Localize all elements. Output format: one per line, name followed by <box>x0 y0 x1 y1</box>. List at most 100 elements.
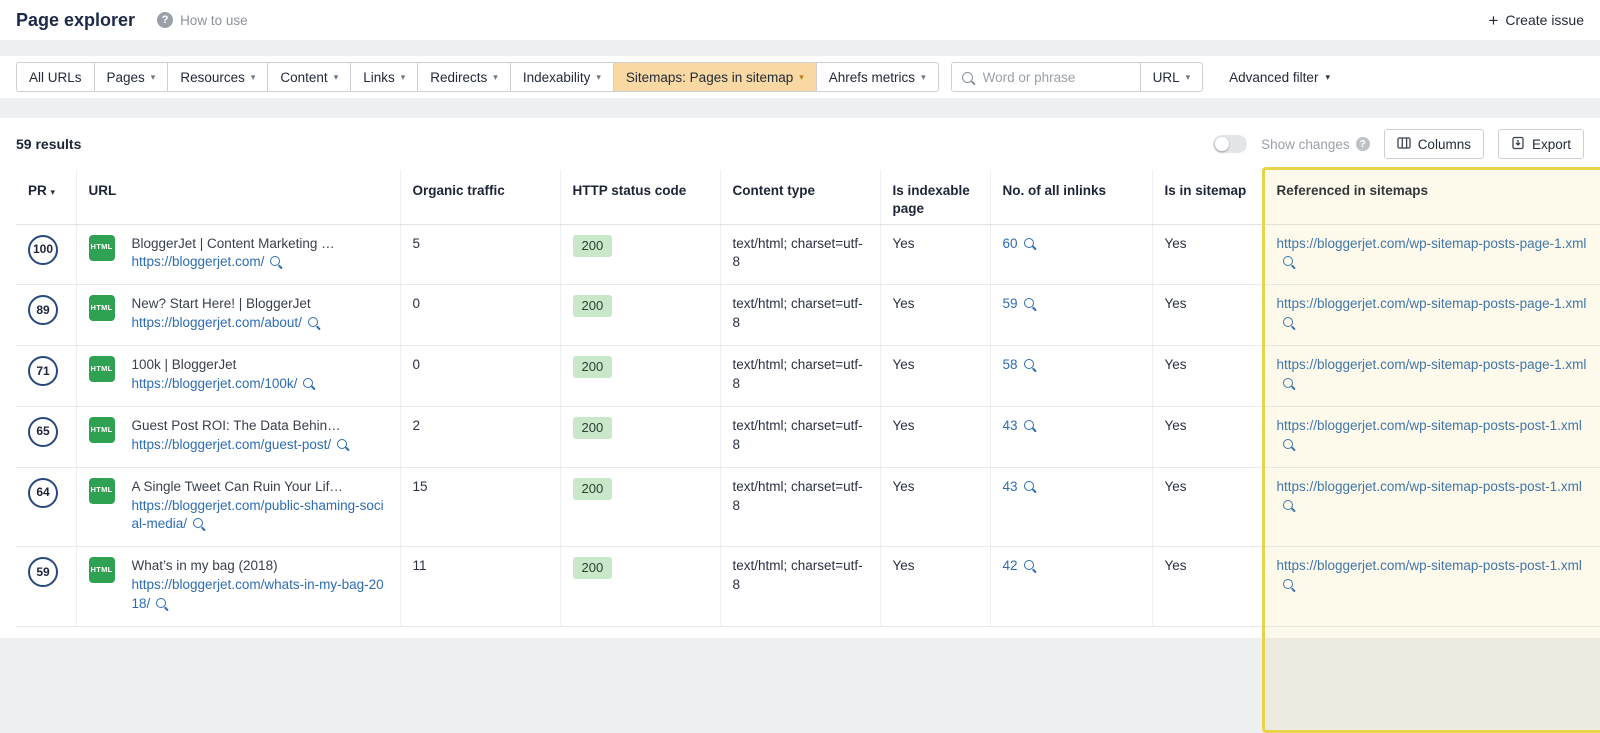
page-title-text: 100k | BloggerJet <box>131 357 237 373</box>
filter-content[interactable]: Content <box>268 62 352 92</box>
zoom-icon[interactable] <box>1282 317 1293 328</box>
page-url-link[interactable]: https://bloggerjet.com/guest-post/ <box>132 437 332 452</box>
page-title-text: What’s in my bag (2018) <box>131 558 278 574</box>
pr-cell: 65 <box>16 406 77 468</box>
content-type-cell: text/html; charset=utf-8 <box>720 467 881 548</box>
sitemap-url-link[interactable]: https://bloggerjet.com/wp-sitemap-posts-… <box>1277 357 1587 372</box>
html-file-icon: HTML <box>88 234 115 261</box>
zoom-icon[interactable] <box>1282 438 1293 449</box>
search-scope-dropdown[interactable]: URL <box>1139 62 1204 92</box>
status-badge: 200 <box>572 295 613 318</box>
columns-button[interactable]: Columns <box>1383 129 1484 159</box>
content-type-cell: text/html; charset=utf-8 <box>720 224 881 286</box>
results-panel: 59 results Show changes Columns Export <box>0 118 1600 733</box>
search-box[interactable] <box>950 62 1141 92</box>
show-changes-toggle[interactable] <box>1213 135 1248 153</box>
create-issue-button[interactable]: Create issue <box>1488 12 1584 29</box>
filter-indexability[interactable]: Indexability <box>510 62 614 92</box>
filter-redirects[interactable]: Redirects <box>418 62 511 92</box>
header-is-indexable[interactable]: Is indexable page <box>880 170 991 225</box>
inlinks-link[interactable]: 43 <box>1003 479 1018 494</box>
header-label: Is indexable page <box>892 183 970 217</box>
export-label: Export <box>1531 136 1571 152</box>
filter-links[interactable]: Links <box>351 62 419 92</box>
inlinks-link[interactable]: 42 <box>1003 558 1018 573</box>
how-to-use-link[interactable]: How to use <box>157 12 248 28</box>
filter-label: Content <box>280 69 328 85</box>
export-icon <box>1511 136 1525 153</box>
sitemap-url-link[interactable]: https://bloggerjet.com/wp-sitemap-posts-… <box>1277 479 1582 494</box>
in-sitemap-cell: Yes <box>1152 224 1265 286</box>
page-url-link[interactable]: https://bloggerjet.com/ <box>132 254 265 269</box>
page-url-link[interactable]: https://bloggerjet.com/100k/ <box>132 376 298 391</box>
in-sitemap-cell: Yes <box>1152 345 1265 407</box>
search-input[interactable] <box>980 68 1130 86</box>
header-inlinks[interactable]: No. of all inlinks <box>990 170 1153 225</box>
chevron-down-icon <box>596 73 601 82</box>
sitemap-url-link[interactable]: https://bloggerjet.com/wp-sitemap-posts-… <box>1277 296 1587 311</box>
table-row: 65 HTML Guest Post ROI: The Data Behin… … <box>16 406 1600 468</box>
http-status-cell: 200 <box>560 224 721 286</box>
organic-traffic-cell: 11 <box>400 546 561 627</box>
advanced-filter-button[interactable]: Advanced filter <box>1229 70 1330 85</box>
inlinks-cell: 59 <box>990 284 1153 347</box>
inlinks-link[interactable]: 43 <box>1003 418 1018 433</box>
filter-ahrefs-metrics[interactable]: Ahrefs metrics <box>816 62 939 92</box>
page-url-link[interactable]: https://bloggerjet.com/about/ <box>132 315 302 330</box>
http-status-cell: 200 <box>560 406 721 468</box>
filter-pages[interactable]: Pages <box>94 62 169 92</box>
header-url[interactable]: URL <box>76 170 401 225</box>
inlinks-link[interactable]: 60 <box>1003 236 1018 251</box>
page-url-link[interactable]: https://bloggerjet.com/whats-in-my-bag-2… <box>132 577 384 611</box>
filter-all-urls[interactable]: All URLs <box>16 62 95 92</box>
sitemap-url-link[interactable]: https://bloggerjet.com/wp-sitemap-posts-… <box>1277 236 1587 251</box>
help-icon[interactable] <box>1355 137 1370 151</box>
zoom-icon[interactable] <box>270 256 281 267</box>
export-button[interactable]: Export <box>1497 129 1584 159</box>
zoom-icon[interactable] <box>1023 298 1034 309</box>
is-indexable-cell: Yes <box>880 406 991 468</box>
sitemap-url-link[interactable]: https://bloggerjet.com/wp-sitemap-posts-… <box>1277 418 1582 433</box>
page-title: Page explorer <box>16 9 136 30</box>
zoom-icon[interactable] <box>1023 560 1034 571</box>
pr-cell: 64 <box>16 467 77 548</box>
zoom-icon[interactable] <box>1023 480 1034 491</box>
zoom-icon[interactable] <box>156 598 167 609</box>
filter-resources[interactable]: Resources <box>168 62 269 92</box>
filter-sitemaps[interactable]: Sitemaps: Pages in sitemap <box>613 62 817 92</box>
chevron-down-icon <box>151 73 156 82</box>
sitemap-url-link[interactable]: https://bloggerjet.com/wp-sitemap-posts-… <box>1277 558 1582 573</box>
chevron-down-icon <box>334 73 339 82</box>
filter-label: Sitemaps: Pages in sitemap <box>625 69 794 85</box>
chevron-down-icon <box>251 73 256 82</box>
results-toolbar: 59 results Show changes Columns Export <box>0 118 1600 170</box>
header-organic-traffic[interactable]: Organic traffic <box>400 170 561 225</box>
zoom-icon[interactable] <box>307 317 318 328</box>
show-changes-group: Show changes <box>1261 137 1370 152</box>
status-badge: 200 <box>572 234 613 257</box>
header-in-sitemap[interactable]: Is in sitemap <box>1152 170 1265 225</box>
header-referenced-in-sitemaps[interactable]: Referenced in sitemaps <box>1264 170 1600 225</box>
header-content-type[interactable]: Content type <box>720 170 881 225</box>
zoom-icon[interactable] <box>193 518 204 529</box>
zoom-icon[interactable] <box>1282 579 1293 590</box>
zoom-icon[interactable] <box>1282 499 1293 510</box>
inlinks-link[interactable]: 58 <box>1003 357 1018 372</box>
advanced-filter-label: Advanced filter <box>1229 69 1319 85</box>
page-url-link[interactable]: https://bloggerjet.com/public-shaming-so… <box>132 498 384 532</box>
zoom-icon[interactable] <box>1282 377 1293 388</box>
header-pr[interactable]: PR <box>16 170 77 225</box>
filter-label: Pages <box>106 69 145 85</box>
filter-label: Resources <box>180 69 245 85</box>
zoom-icon[interactable] <box>1023 359 1034 370</box>
organic-traffic-cell: 0 <box>400 284 561 347</box>
inlinks-link[interactable]: 59 <box>1003 296 1018 311</box>
pr-badge: 65 <box>28 416 58 447</box>
search-icon <box>961 71 973 83</box>
zoom-icon[interactable] <box>337 438 348 449</box>
zoom-icon[interactable] <box>1023 419 1034 430</box>
zoom-icon[interactable] <box>303 377 314 388</box>
header-http-status[interactable]: HTTP status code <box>560 170 721 225</box>
zoom-icon[interactable] <box>1023 237 1034 248</box>
zoom-icon[interactable] <box>1282 256 1293 267</box>
